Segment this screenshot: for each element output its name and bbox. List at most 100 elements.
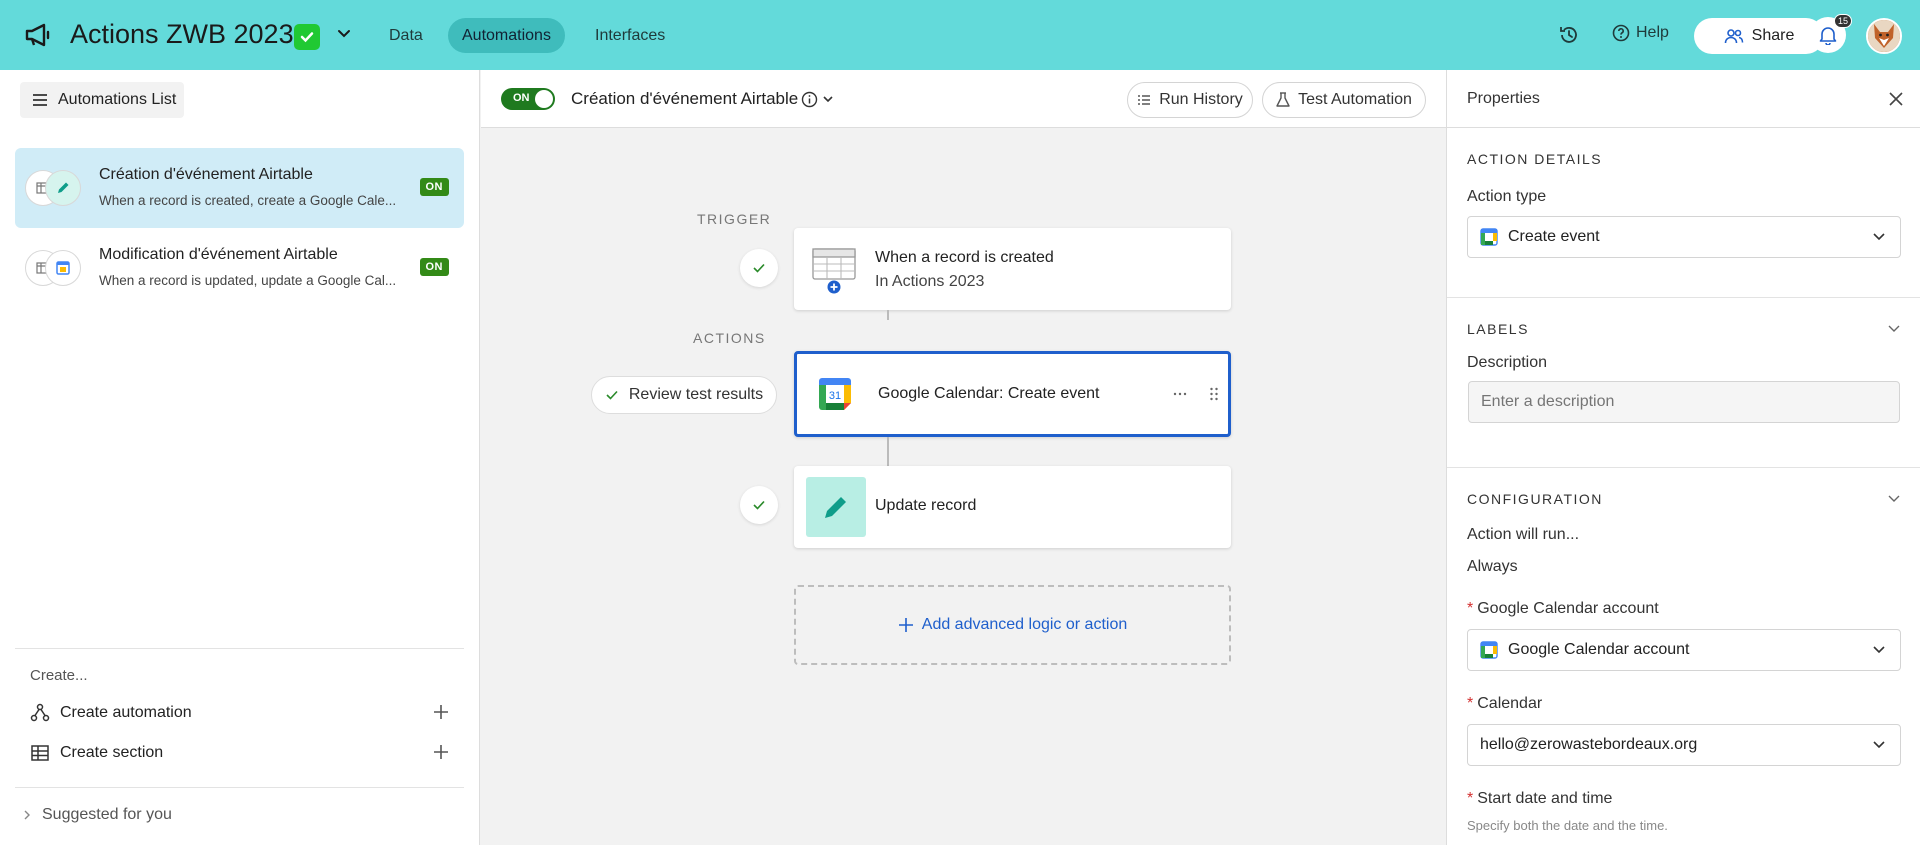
start-date-hint: Specify both the date and the time. — [1467, 818, 1668, 833]
action-will-run-value[interactable]: Always — [1467, 558, 1518, 576]
automation-item-creation[interactable]: Création d'événement Airtable When a rec… — [15, 148, 464, 228]
action-card-google-calendar[interactable]: 31 Google Calendar: Create event — [794, 351, 1231, 437]
create-section-button[interactable]: Create section — [30, 738, 450, 768]
test-automation-button[interactable]: Test Automation — [1262, 82, 1426, 118]
automation-description: When a record is created, create a Googl… — [99, 193, 397, 208]
automations-list-label: Automations List — [58, 91, 177, 108]
chevron-down-icon[interactable] — [1887, 492, 1901, 506]
status-badge: ON — [419, 178, 449, 196]
description-label: Description — [1467, 354, 1548, 371]
divider — [1447, 297, 1920, 298]
nav-interfaces[interactable]: Interfaces — [581, 18, 679, 53]
description-input[interactable] — [1468, 381, 1900, 423]
add-logic-label: Add advanced logic or action — [921, 616, 1128, 633]
gcal-account-select[interactable]: Google Calendar account — [1467, 629, 1901, 671]
automation-toggle[interactable]: ON — [501, 88, 555, 110]
required-mark: * — [1467, 790, 1474, 807]
automation-icon — [30, 703, 50, 722]
google-calendar-icon: 31 — [819, 378, 851, 410]
add-advanced-logic-button[interactable]: Add advanced logic or action — [794, 585, 1231, 665]
automations-list-button[interactable]: Automations List — [20, 82, 184, 118]
calendar-select[interactable]: hello@zerowastebordeaux.org — [1467, 724, 1901, 766]
share-label: Share — [1751, 27, 1795, 44]
nav-automations[interactable]: Automations — [448, 18, 565, 53]
chevron-down-icon — [1873, 741, 1885, 749]
notification-count-badge: 15 — [1834, 14, 1853, 28]
base-title[interactable]: Actions ZWB 2023 — [70, 19, 294, 50]
automation-name: Modification d'événement Airtable — [99, 246, 338, 263]
google-calendar-icon — [1480, 228, 1498, 246]
action-type-label: Action type — [1467, 188, 1547, 205]
calendar-label: * Calendar — [1467, 695, 1543, 712]
chevron-down-icon — [823, 96, 833, 103]
chevron-down-icon[interactable] — [336, 26, 352, 42]
suggested-for-you-toggle[interactable]: Suggested for you — [22, 806, 172, 824]
check-icon — [753, 500, 765, 510]
flask-icon — [1276, 92, 1290, 107]
chevron-down-icon — [1873, 233, 1885, 241]
check-icon — [606, 390, 618, 400]
run-history-button[interactable]: Run History — [1127, 82, 1253, 118]
chevron-down-icon[interactable] — [1887, 322, 1901, 336]
google-calendar-icon — [1480, 641, 1498, 659]
close-icon[interactable] — [1887, 90, 1905, 108]
bell-icon — [1819, 27, 1837, 45]
avatar[interactable] — [1866, 18, 1902, 54]
action-details-title: ACTION DETAILS — [1467, 151, 1603, 167]
more-icon[interactable] — [1173, 392, 1187, 396]
create-automation-button[interactable]: Create automation — [30, 698, 450, 728]
required-mark: * — [1467, 695, 1474, 712]
connector — [887, 310, 889, 320]
trigger-status — [740, 249, 778, 287]
automation-header: ON Création d'événement Airtable Run His… — [481, 70, 1446, 128]
plus-icon[interactable] — [432, 703, 450, 721]
automation-item-modification[interactable]: Modification d'événement Airtable When a… — [15, 228, 464, 308]
review-test-results-button[interactable]: Review test results — [591, 376, 777, 414]
share-people-icon — [1724, 29, 1743, 44]
required-mark: * — [1467, 600, 1474, 617]
chevron-down-icon — [1873, 646, 1885, 654]
share-button[interactable]: Share — [1694, 18, 1824, 54]
update-record-status — [740, 486, 778, 524]
create-label: Create... — [30, 667, 88, 684]
info-icon — [801, 91, 818, 107]
automation-canvas: TRIGGER When a record is created In Acti… — [481, 129, 1446, 845]
action-card-update-record[interactable]: Update record — [794, 466, 1231, 548]
action-title: Google Calendar: Create event — [878, 385, 1100, 402]
labels-title: LABELS — [1467, 321, 1529, 337]
divider — [15, 787, 464, 788]
help-label: Help — [1636, 24, 1669, 41]
configuration-title: CONFIGURATION — [1467, 491, 1603, 507]
nav-data[interactable]: Data — [375, 18, 437, 53]
divider — [15, 648, 464, 649]
trigger-section-label: TRIGGER — [697, 211, 772, 227]
run-history-label: Run History — [1159, 91, 1243, 108]
automation-info-menu[interactable] — [801, 89, 841, 109]
divider — [1447, 467, 1920, 468]
history-icon[interactable] — [1558, 24, 1580, 46]
table-icon — [812, 248, 856, 294]
help-button[interactable]: Help — [1612, 24, 1669, 42]
automations-sidebar: Automations List Création d'événement Ai… — [0, 70, 480, 845]
panel-title: Properties — [1467, 90, 1540, 107]
action-type-select[interactable]: Create event — [1467, 216, 1901, 258]
plus-icon[interactable] — [432, 743, 450, 761]
trigger-subtitle: In Actions 2023 — [875, 273, 985, 290]
suggested-label: Suggested for you — [42, 806, 172, 823]
automation-title[interactable]: Création d'événement Airtable — [571, 89, 798, 109]
calendar-value: hello@zerowastebordeaux.org — [1480, 736, 1698, 753]
drag-handle-icon[interactable] — [1209, 387, 1219, 401]
google-calendar-icon — [45, 250, 81, 286]
automation-description: When a record is updated, update a Googl… — [99, 273, 397, 288]
toggle-label: ON — [513, 92, 530, 104]
action-type-value: Create event — [1508, 228, 1600, 245]
chevron-right-icon — [24, 810, 30, 820]
trigger-card[interactable]: When a record is created In Actions 2023 — [794, 228, 1231, 310]
gcal-account-value: Google Calendar account — [1508, 641, 1690, 658]
plus-icon — [898, 618, 913, 632]
toggle-knob — [535, 90, 553, 108]
checkbox-icon — [294, 24, 320, 50]
create-automation-label: Create automation — [60, 704, 192, 721]
pencil-icon — [45, 170, 81, 206]
actions-section-label: ACTIONS — [693, 330, 766, 346]
